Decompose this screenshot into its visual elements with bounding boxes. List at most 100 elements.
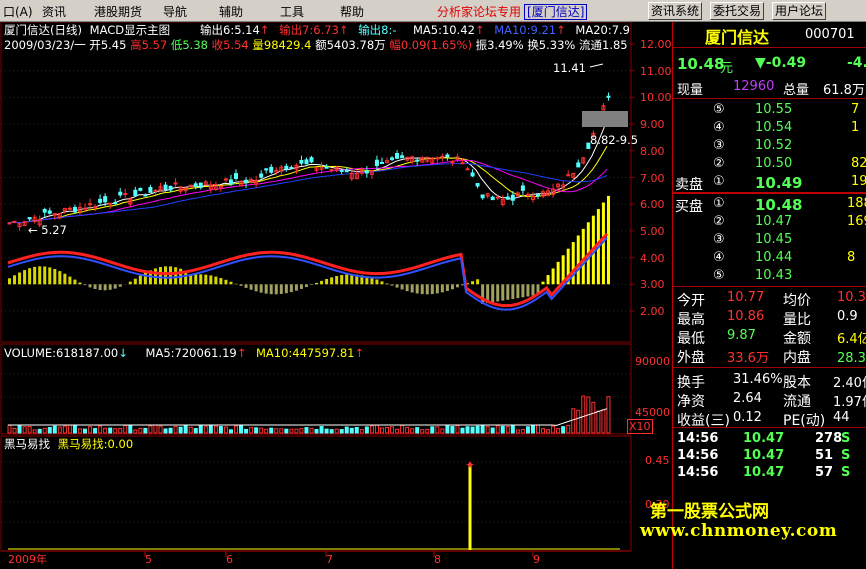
macd-bar [78, 282, 82, 285]
macd-bar [430, 284, 434, 295]
fundamental-label: 流通 [783, 394, 811, 410]
bar-close: 收5.54 [211, 38, 249, 52]
candle-body [505, 196, 510, 200]
menu-item-navigate[interactable]: 导航 [163, 3, 187, 20]
y-tick-label: 11.00 [640, 64, 672, 78]
macd-bar [445, 284, 449, 291]
volume-bar [561, 426, 566, 434]
candle-body [123, 193, 128, 196]
menu-item-system[interactable]: 口(A) [3, 3, 33, 20]
main-chart-header: 厦门信达(日线) MACD显示主图 [4, 24, 170, 37]
menu-item-assist[interactable]: 辅助 [219, 3, 243, 20]
indicator-title: 黑马易找 [4, 437, 50, 451]
macd-bar [405, 284, 409, 292]
tick-side: S [841, 465, 851, 480]
info-system-button[interactable]: 资讯系统 [648, 2, 703, 20]
volume-bar [319, 426, 324, 434]
volume-bar [445, 425, 450, 434]
volume-bar [500, 425, 505, 434]
chart-area[interactable]: ✦ 厦门信达(日线) MACD显示主图 输出6:5.14↑ 输出7:6.73↑ … [0, 22, 672, 569]
promo-text: 分析家论坛专用 [437, 5, 522, 19]
volume-bar [324, 428, 329, 434]
candle-body [344, 169, 349, 173]
volume-bar [420, 429, 425, 434]
stat-value: 10.77 [727, 290, 765, 305]
charts-canvas[interactable]: ✦ [0, 22, 672, 569]
macd-bar [269, 284, 273, 295]
macd-bar [13, 275, 17, 285]
macd-bar [88, 284, 92, 288]
y-tick-label: 5.00 [640, 224, 665, 238]
stat-row: 外盘 33.6万内盘 28.3万 [675, 347, 866, 366]
candle-body [395, 153, 400, 159]
ask-label: 卖盘 [675, 177, 703, 193]
volume-bar [576, 409, 581, 434]
candle-body [606, 95, 611, 98]
y-tick-label: 7.00 [640, 171, 665, 185]
menu-item-tools[interactable]: 工具 [280, 3, 304, 20]
volume-bar [239, 424, 244, 434]
fundamental-value: 1.97亿 [833, 395, 866, 410]
macd-bar [199, 274, 203, 285]
macd-bar [425, 284, 429, 295]
volume-bar [344, 426, 349, 434]
volume-bar [12, 427, 17, 434]
volume-bar [37, 428, 42, 434]
volume-bar [556, 428, 561, 434]
volume-bar [601, 409, 606, 434]
volume-bar [289, 428, 294, 434]
ma20-value: MA20:7.9 [575, 23, 630, 37]
macd-bar [330, 277, 334, 285]
candle-body [173, 182, 178, 185]
macd-bar [239, 284, 243, 286]
volume-tick-top: 90000 [635, 355, 670, 368]
macd-bar [83, 284, 87, 286]
ask-row: ② 10.50 82 [675, 156, 866, 173]
volume-bar [465, 426, 470, 434]
macd-bar [345, 274, 349, 285]
volume-bar [42, 427, 47, 434]
y-tick-label: 4.00 [640, 251, 665, 265]
volume-bar [299, 428, 304, 434]
stock-tag[interactable]: [厦门信达] [524, 4, 588, 20]
volume-bar [259, 427, 264, 434]
x-tick-label: 6 [226, 553, 233, 566]
ma-line [7, 145, 608, 224]
menu-item-info[interactable]: 资讯 [42, 3, 66, 20]
candle-body [93, 206, 98, 209]
volume-bar [485, 425, 490, 434]
fundamental-value: 2.64 [733, 391, 762, 406]
bid-index: ⑤ [713, 268, 725, 283]
candle-body [465, 168, 470, 171]
output-6: 输出6:5.14 [200, 23, 260, 37]
volume-bar [67, 424, 72, 434]
menu-item-help[interactable]: 帮助 [340, 3, 364, 20]
volume-bar [72, 425, 77, 434]
volume-bar [148, 425, 153, 434]
macd-bar [320, 280, 324, 285]
candle-body [390, 157, 395, 160]
annotation-arrow [589, 63, 604, 68]
tick-time: 14:56 [677, 448, 719, 463]
quote-title-row: 厦门信达 000701 [675, 24, 865, 47]
volume-bar [208, 425, 213, 434]
bid-index: ② [713, 214, 725, 229]
volume-label: VOLUME:618187.00 [4, 346, 119, 360]
macd-bar [315, 282, 319, 285]
forum-button[interactable]: 用户论坛 [772, 2, 827, 20]
trade-button[interactable]: 委托交易 [710, 2, 765, 20]
macd-bar [138, 275, 142, 285]
stat-label: 金额 [783, 331, 811, 347]
stat-value: 0.9 [837, 309, 858, 324]
macd-bar [461, 284, 464, 286]
volume-bar [198, 425, 203, 434]
menu-item-hk-futures[interactable]: 港股期货 [94, 3, 142, 20]
fundamental-label: 换手 [677, 375, 705, 391]
macd-bar [38, 266, 42, 285]
macd-bar [289, 284, 293, 293]
macd-bar [304, 284, 308, 288]
volume-bar [525, 426, 530, 434]
volume-bar [193, 428, 198, 434]
macd-bar [501, 284, 505, 301]
y-tick-label: 8.00 [640, 144, 665, 158]
